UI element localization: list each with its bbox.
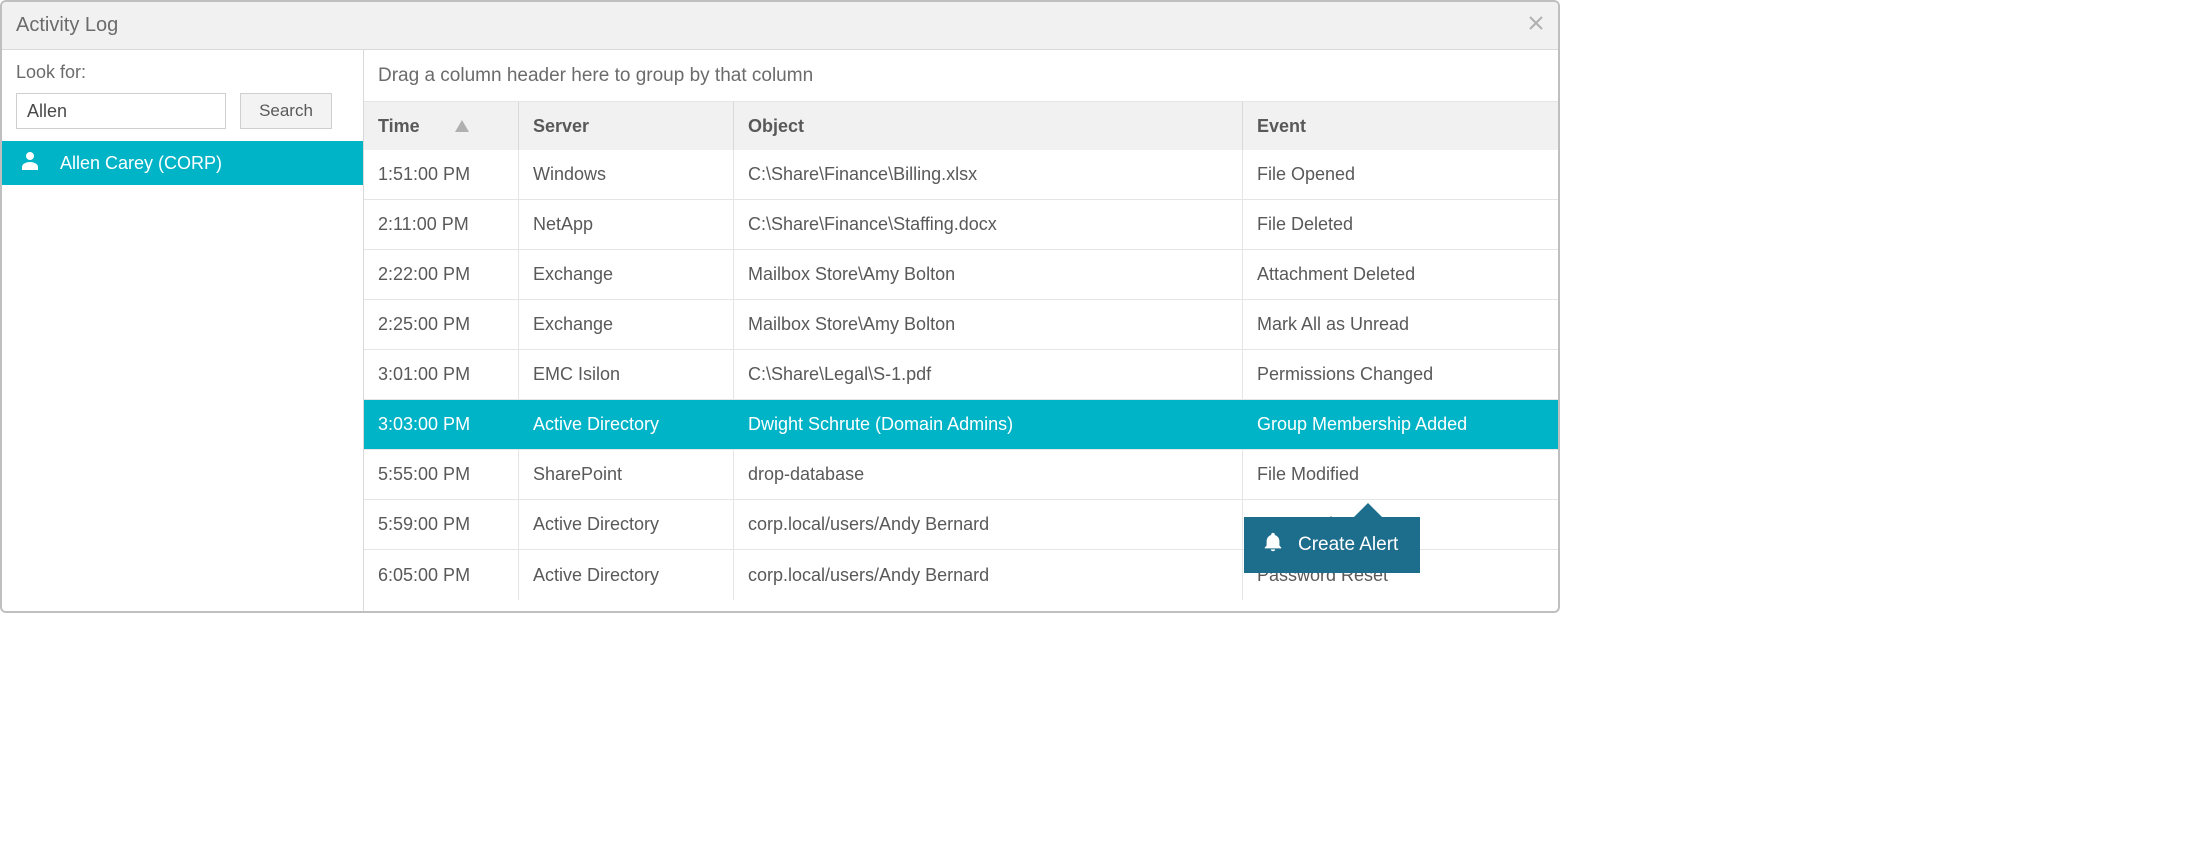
cell-object: Mailbox Store\Amy Bolton bbox=[734, 250, 1243, 299]
cell-time: 5:55:00 PM bbox=[364, 450, 519, 499]
table-row[interactable]: 2:25:00 PMExchangeMailbox Store\Amy Bolt… bbox=[364, 300, 1558, 350]
cell-object: Mailbox Store\Amy Bolton bbox=[734, 300, 1243, 349]
user-icon bbox=[22, 152, 38, 175]
cell-server: Exchange bbox=[519, 250, 734, 299]
search-button[interactable]: Search bbox=[240, 93, 332, 129]
table-row[interactable]: 1:51:00 PMWindowsC:\Share\Finance\Billin… bbox=[364, 150, 1558, 200]
sidebar: Look for: Search Allen Carey (CORP) bbox=[2, 50, 364, 611]
cell-server: SharePoint bbox=[519, 450, 734, 499]
table-row[interactable]: 2:11:00 PMNetAppC:\Share\Finance\Staffin… bbox=[364, 200, 1558, 250]
tooltip-arrow bbox=[1352, 503, 1384, 519]
cell-time: 2:11:00 PM bbox=[364, 200, 519, 249]
column-header-time[interactable]: Time bbox=[364, 102, 519, 150]
cell-time: 2:25:00 PM bbox=[364, 300, 519, 349]
create-alert-label: Create Alert bbox=[1298, 534, 1398, 556]
column-header-label: Event bbox=[1257, 116, 1306, 137]
cell-server: Active Directory bbox=[519, 550, 734, 600]
column-header-label: Server bbox=[533, 116, 589, 137]
search-input[interactable] bbox=[16, 93, 226, 129]
table-row[interactable]: 3:03:00 PMActive DirectoryDwight Schrute… bbox=[364, 400, 1558, 450]
bell-icon bbox=[1262, 531, 1284, 559]
cell-server: Exchange bbox=[519, 300, 734, 349]
cell-event: File Opened bbox=[1243, 150, 1558, 199]
cell-event: Mark All as Unread bbox=[1243, 300, 1558, 349]
main-panel: Drag a column header here to group by th… bbox=[364, 50, 1558, 611]
table-row[interactable]: 5:55:00 PMSharePointdrop-databaseFile Mo… bbox=[364, 450, 1558, 500]
cell-object: drop-database bbox=[734, 450, 1243, 499]
column-header-event[interactable]: Event bbox=[1243, 102, 1558, 150]
cell-time: 1:51:00 PM bbox=[364, 150, 519, 199]
cell-time: 6:05:00 PM bbox=[364, 550, 519, 600]
cell-server: Active Directory bbox=[519, 400, 734, 449]
search-result-label: Allen Carey (CORP) bbox=[60, 153, 222, 174]
cell-time: 3:03:00 PM bbox=[364, 400, 519, 449]
sort-asc-icon bbox=[455, 116, 469, 137]
cell-object: C:\Share\Legal\S-1.pdf bbox=[734, 350, 1243, 399]
search-result-item[interactable]: Allen Carey (CORP) bbox=[2, 141, 363, 185]
grid-header: Time Server Object Event bbox=[364, 102, 1558, 150]
cell-object: corp.local/users/Andy Bernard bbox=[734, 550, 1243, 600]
cell-object: Dwight Schrute (Domain Admins) bbox=[734, 400, 1243, 449]
column-header-label: Time bbox=[378, 116, 420, 137]
table-row[interactable]: 3:01:00 PMEMC IsilonC:\Share\Legal\S-1.p… bbox=[364, 350, 1558, 400]
cell-object: C:\Share\Finance\Billing.xlsx bbox=[734, 150, 1243, 199]
lookfor-label: Look for: bbox=[16, 62, 349, 83]
cell-server: Windows bbox=[519, 150, 734, 199]
window-title: Activity Log bbox=[16, 14, 118, 37]
table-row[interactable]: 2:22:00 PMExchangeMailbox Store\Amy Bolt… bbox=[364, 250, 1558, 300]
cell-event: Permissions Changed bbox=[1243, 350, 1558, 399]
group-by-hint[interactable]: Drag a column header here to group by th… bbox=[364, 50, 1558, 102]
cell-event: Attachment Deleted bbox=[1243, 250, 1558, 299]
cell-object: corp.local/users/Andy Bernard bbox=[734, 500, 1243, 549]
create-alert-button[interactable]: Create Alert bbox=[1244, 517, 1420, 573]
cell-event: File Modified bbox=[1243, 450, 1558, 499]
cell-server: NetApp bbox=[519, 200, 734, 249]
activity-log-window: Activity Log Look for: Search Allen Care… bbox=[0, 0, 1560, 613]
cell-event: File Deleted bbox=[1243, 200, 1558, 249]
create-alert-tooltip: Create Alert bbox=[1244, 517, 1420, 573]
cell-time: 5:59:00 PM bbox=[364, 500, 519, 549]
column-header-object[interactable]: Object bbox=[734, 102, 1243, 150]
titlebar: Activity Log bbox=[2, 2, 1558, 50]
column-header-label: Object bbox=[748, 116, 804, 137]
cell-time: 2:22:00 PM bbox=[364, 250, 519, 299]
column-header-server[interactable]: Server bbox=[519, 102, 734, 150]
cell-event: Group Membership Added bbox=[1243, 400, 1558, 449]
lookfor-section: Look for: Search bbox=[2, 50, 363, 141]
cell-server: Active Directory bbox=[519, 500, 734, 549]
cell-object: C:\Share\Finance\Staffing.docx bbox=[734, 200, 1243, 249]
cell-time: 3:01:00 PM bbox=[364, 350, 519, 399]
close-icon[interactable] bbox=[1528, 15, 1544, 36]
cell-server: EMC Isilon bbox=[519, 350, 734, 399]
